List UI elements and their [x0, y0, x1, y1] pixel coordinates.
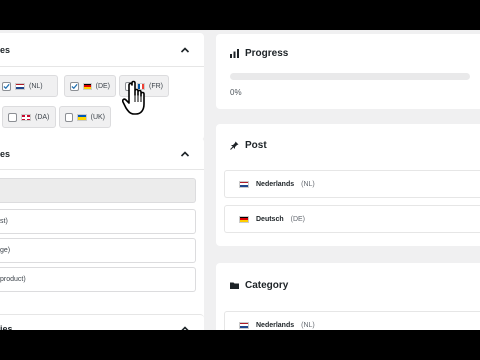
flag-dk-icon [21, 113, 31, 121]
post-title: Post [245, 139, 267, 151]
progress-bar [230, 73, 470, 80]
checkbox-checked-icon[interactable] [70, 81, 79, 91]
languages-panel: es (NL) (DE) (FR) (DA) (UK) [0, 33, 204, 140]
flag-nl-icon [239, 180, 249, 188]
types-panel-title: es [0, 148, 11, 159]
language-code: (NL) [301, 180, 315, 188]
progress-card-header: Progress [216, 34, 480, 72]
flag-ua-icon [77, 113, 87, 121]
chevron-up-icon[interactable] [178, 322, 192, 330]
language-chip-code: (DE) [95, 82, 110, 90]
language-chip-code: (NL) [29, 82, 43, 90]
language-chip-nl[interactable]: (NL) [0, 75, 58, 97]
type-option-label: product) [0, 276, 26, 283]
language-chip-da[interactable]: (DA) [2, 106, 56, 128]
languages-panel-title: es [0, 44, 11, 55]
folder-icon [230, 282, 239, 289]
hand-pointer-cursor-icon [122, 80, 145, 115]
chevron-up-icon[interactable] [178, 147, 192, 161]
progress-percent: 0% [230, 88, 242, 97]
post-language-row-nl[interactable]: Nederlands (NL) [224, 170, 480, 198]
screen: es (NL) (DE) (FR) (DA) (UK) es st) ge) p… [0, 30, 480, 330]
language-name: Deutsch [256, 215, 284, 223]
progress-card: Progress 0% [216, 34, 480, 109]
pin-icon [230, 141, 239, 150]
language-chip-code: (UK) [90, 113, 105, 121]
category-card-header: Category [216, 263, 480, 307]
type-option[interactable]: st) [0, 209, 196, 234]
languages-panel-header[interactable]: es [0, 33, 204, 67]
flag-nl-icon [15, 82, 25, 90]
language-checkbox-grid: (NL) (DE) (FR) (DA) (UK) [0, 67, 204, 131]
flag-nl-icon [239, 321, 249, 329]
type-option-selected[interactable] [0, 178, 196, 203]
bar-chart-icon [230, 48, 239, 58]
types-panel: es st) ge) product) [0, 138, 204, 330]
language-name: Nederlands [256, 180, 295, 188]
post-language-row-de[interactable]: Deutsch (DE) [224, 205, 480, 233]
chevron-up-icon[interactable] [178, 43, 192, 57]
types-panel-header[interactable]: es [0, 138, 204, 170]
language-code: (DE) [290, 215, 306, 223]
taxonomies-panel-title: ies [0, 324, 13, 330]
language-name: Nederlands [256, 321, 295, 329]
progress-title: Progress [245, 47, 289, 59]
type-option[interactable]: ge) [0, 238, 196, 263]
taxonomies-panel: ies [0, 314, 204, 330]
left-column: es (NL) (DE) (FR) (DA) (UK) es st) ge) p… [0, 30, 204, 330]
post-card: Post Nederlands (NL) Deutsch (DE) [216, 124, 480, 246]
type-option[interactable]: product) [0, 267, 196, 292]
checkbox-icon[interactable] [8, 112, 17, 122]
post-card-header: Post [216, 124, 480, 166]
language-code: (NL) [301, 321, 315, 329]
language-chip-code: (DA) [35, 113, 50, 121]
type-option-label: ge) [0, 247, 11, 254]
category-title: Category [245, 279, 289, 291]
flag-de-icon [83, 82, 92, 90]
checkbox-icon[interactable] [65, 112, 74, 122]
language-chip-de[interactable]: (DE) [64, 75, 116, 97]
language-chip-uk[interactable]: (UK) [59, 106, 111, 128]
taxonomies-panel-header[interactable]: ies [0, 315, 204, 330]
checkbox-checked-icon[interactable] [2, 81, 11, 91]
flag-de-icon [239, 215, 249, 223]
type-option-label: st) [0, 218, 8, 225]
category-card: Category Nederlands (NL) [216, 263, 480, 330]
category-language-row-nl[interactable]: Nederlands (NL) [224, 311, 480, 330]
